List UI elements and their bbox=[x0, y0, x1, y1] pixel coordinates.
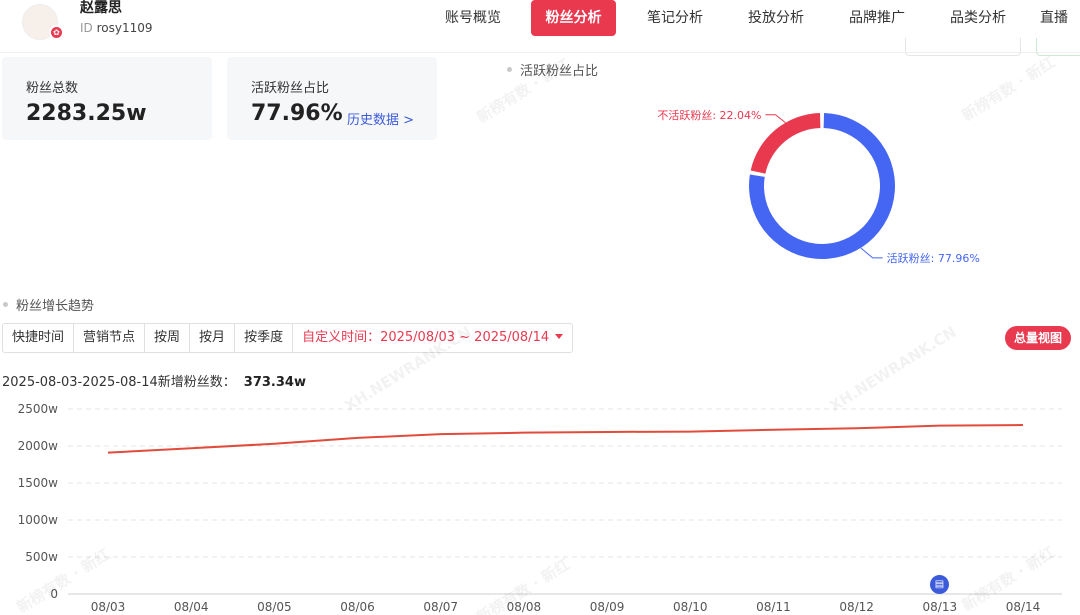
x-tick-label: 08/11 bbox=[756, 600, 791, 614]
active-fans-title-text: 活跃粉丝占比 bbox=[520, 64, 599, 79]
tab-notes-analysis[interactable]: 笔记分析 bbox=[634, 0, 716, 36]
caret-down-icon bbox=[555, 334, 564, 339]
history-data-link[interactable]: 历史数据 > bbox=[347, 109, 414, 128]
new-fans-summary: 2025-08-03-2025-08-14新增粉丝数： 373.34w bbox=[2, 371, 306, 390]
tab-fans-analysis[interactable]: 粉丝分析 bbox=[531, 0, 616, 36]
bullet-dot-icon bbox=[3, 302, 8, 307]
tab-account-overview[interactable]: 账号概览 bbox=[432, 0, 514, 36]
custom-time-label: 自定义时间： bbox=[302, 330, 381, 345]
x-tick-label: 08/03 bbox=[91, 600, 126, 614]
bullet-dot-icon bbox=[507, 67, 512, 72]
x-tick-label: 08/12 bbox=[839, 600, 874, 614]
active-ratio-label: 活跃粉丝占比 bbox=[251, 81, 330, 96]
header-action-button[interactable] bbox=[905, 38, 1021, 56]
data-point[interactable] bbox=[355, 435, 361, 441]
active-label-leader bbox=[860, 247, 883, 259]
inactive-label-leader bbox=[765, 114, 786, 124]
by-month-button[interactable]: 按月 bbox=[190, 324, 236, 352]
data-point[interactable] bbox=[937, 423, 943, 429]
custom-time-dropdown[interactable]: 自定义时间：2025/08/03 ~ 2025/08/14 bbox=[293, 324, 572, 352]
book-icon[interactable]: ▤ bbox=[930, 575, 949, 594]
active-ratio-card: 活跃粉丝占比 77.96% 历史数据 > bbox=[227, 57, 437, 140]
x-tick-label: 08/06 bbox=[340, 600, 375, 614]
y-tick-label: 0 bbox=[50, 587, 58, 601]
y-tick-label: 1500w bbox=[18, 476, 59, 490]
data-point[interactable] bbox=[438, 431, 444, 437]
tab-brand-promotion[interactable]: 品牌推广 bbox=[836, 0, 918, 36]
new-fans-summary-value: 373.34w bbox=[243, 375, 306, 390]
user-id-prefix: ID bbox=[80, 21, 93, 35]
inactive-fans-slice[interactable] bbox=[750, 113, 821, 174]
by-quarter-button[interactable]: 按季度 bbox=[235, 324, 294, 352]
x-tick-label: 08/08 bbox=[507, 600, 542, 614]
y-tick-label: 1000w bbox=[18, 513, 59, 527]
growth-section-title: 粉丝增长趋势 bbox=[3, 295, 94, 314]
total-view-button[interactable]: 总量视图 bbox=[1005, 326, 1071, 350]
data-point[interactable] bbox=[188, 445, 194, 451]
total-fans-card: 粉丝总数 2283.25w bbox=[2, 57, 212, 140]
y-tick-label: 2000w bbox=[18, 439, 59, 453]
data-point[interactable] bbox=[687, 429, 693, 435]
by-week-button[interactable]: 按周 bbox=[145, 324, 191, 352]
inactive-fans-label: 不活跃粉丝: 22.04% bbox=[657, 108, 761, 122]
data-point[interactable] bbox=[271, 441, 277, 447]
y-tick-label: 500w bbox=[25, 550, 58, 564]
tab-category-analysis[interactable]: 品类分析 bbox=[937, 0, 1019, 36]
verified-badge-icon: ✿ bbox=[49, 25, 64, 40]
fans-growth-line-chart: 0 500w 1000w 1500w 2000w 2500w 08/03 08/04 08/05… bbox=[18, 402, 1062, 614]
marketing-node-button[interactable]: 营销节点 bbox=[74, 324, 146, 352]
active-fans-section-title: 活跃粉丝占比 bbox=[507, 60, 598, 79]
data-point[interactable] bbox=[1020, 422, 1026, 428]
quick-time-button[interactable]: 快捷时间 bbox=[3, 324, 75, 352]
x-tick-label: 08/05 bbox=[257, 600, 292, 614]
header-action-button-2[interactable] bbox=[1036, 38, 1080, 56]
data-point[interactable] bbox=[854, 425, 860, 431]
growth-title-text: 粉丝增长趋势 bbox=[16, 299, 95, 314]
active-fans-donut-chart: 活跃粉丝: 77.96% 不活跃粉丝: 22.04% bbox=[657, 108, 980, 265]
data-point[interactable] bbox=[105, 450, 111, 456]
tab-live[interactable]: 直播 bbox=[1040, 0, 1080, 36]
active-ratio-value: 77.96% bbox=[251, 101, 343, 126]
total-fans-label: 粉丝总数 bbox=[26, 81, 79, 96]
y-tick-label: 2500w bbox=[18, 402, 59, 416]
x-tick-label: 08/09 bbox=[590, 600, 625, 614]
total-fans-value: 2283.25w bbox=[26, 101, 147, 126]
custom-time-range: 2025/08/03 ~ 2025/08/14 bbox=[380, 330, 550, 345]
tab-ads-analysis[interactable]: 投放分析 bbox=[735, 0, 817, 36]
fans-growth-line[interactable] bbox=[107, 424, 1024, 454]
x-tick-label: 08/13 bbox=[923, 600, 958, 614]
data-point[interactable] bbox=[604, 429, 610, 435]
user-name: 赵露思 bbox=[80, 0, 122, 16]
active-fans-label: 活跃粉丝: 77.96% bbox=[887, 251, 980, 265]
user-id: ID rosy1109 bbox=[80, 21, 153, 35]
x-tick-label: 08/14 bbox=[1006, 600, 1041, 614]
x-tick-label: 08/04 bbox=[174, 600, 209, 614]
data-point[interactable] bbox=[770, 427, 776, 433]
data-point[interactable] bbox=[521, 430, 527, 436]
time-filter-toolbar: 快捷时间 营销节点 按周 按月 按季度 自定义时间：2025/08/03 ~ 2… bbox=[2, 323, 574, 353]
x-tick-label: 08/10 bbox=[673, 600, 708, 614]
user-id-value: rosy1109 bbox=[96, 21, 153, 35]
new-fans-summary-label: 2025-08-03-2025-08-14新增粉丝数： bbox=[2, 375, 236, 390]
x-tick-label: 08/07 bbox=[423, 600, 458, 614]
